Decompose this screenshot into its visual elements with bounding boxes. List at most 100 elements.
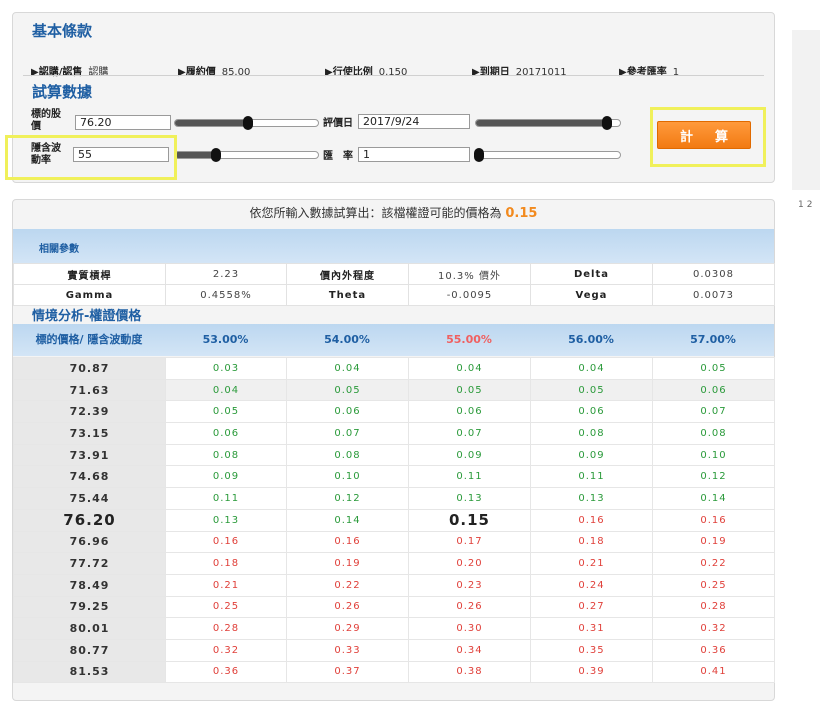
warrant-price-cell: 0.23 (408, 573, 531, 597)
calculate-button[interactable]: 計算 (657, 121, 751, 149)
fx-rate-input[interactable] (358, 147, 470, 162)
warrant-price-cell: 0.41 (652, 660, 775, 684)
warrant-price-cell: 0.16 (286, 530, 409, 554)
param-name: 價內外程度 (286, 263, 409, 285)
underlying-price-cell: 76.96 (13, 530, 166, 554)
warrant-price-cell: 0.32 (165, 638, 287, 662)
param-name: Delta (530, 263, 653, 285)
warrant-price-cell: 0.04 (165, 378, 287, 402)
warrant-price-cell: 0.09 (165, 465, 287, 489)
underlying-price-cell: 74.68 (13, 465, 166, 489)
basic-terms-title: 基本條款 (32, 22, 93, 40)
param-value: 0.0073 (652, 284, 775, 306)
scenario-title: 情境分析-權證價格 (32, 309, 142, 324)
implied-volatility-slider[interactable] (174, 148, 319, 162)
underlying-price-slider[interactable] (174, 116, 319, 130)
scenario-row: 79.25 0.25 0.26 0.26 0.27 0.28 (13, 595, 775, 619)
scenario-row: 75.44 0.11 0.12 0.13 0.13 0.14 (13, 487, 775, 510)
warrant-price-cell: 0.16 (652, 508, 775, 532)
param-value: 10.3% 價外 (408, 263, 531, 285)
param-name: 實質槓桿 (13, 263, 166, 285)
page-link-1[interactable]: 1 (798, 200, 804, 210)
params-table: 實質槓桿 2.23 價內外程度 10.3% 價外 Delta 0.0308 Gamma 0.4… (13, 263, 775, 306)
vol-header: 53.00% (202, 333, 249, 346)
warrant-price-cell: 0.21 (165, 573, 287, 597)
warrant-price-cell: 0.20 (408, 552, 531, 575)
warrant-price-cell: 0.25 (165, 595, 287, 619)
warrant-price-cell: 0.18 (530, 530, 653, 554)
warrant-price-cell: 0.27 (530, 595, 653, 619)
underlying-price-cell: 72.39 (13, 400, 166, 424)
param-name: Theta (286, 284, 409, 306)
warrant-price-cell: 0.28 (165, 617, 287, 640)
eval-date-slider[interactable] (475, 116, 621, 130)
underlying-price-cell: 77.72 (13, 552, 166, 575)
slider-fill (476, 120, 608, 126)
underlying-price-cell: 79.25 (13, 595, 166, 619)
fx-rate-slider[interactable] (473, 148, 621, 162)
warrant-price-cell: 0.08 (165, 443, 287, 467)
warrant-price-cell: 0.38 (408, 660, 531, 684)
trial-data-title: 試算數據 (32, 83, 93, 101)
warrant-price-cell: 0.11 (165, 487, 287, 510)
param-name: Gamma (13, 284, 166, 306)
warrant-price-cell: 0.19 (286, 552, 409, 575)
params-row: Gamma 0.4558% Theta -0.0095 Vega 0.0073 (13, 284, 775, 306)
warrant-price-cell: 0.30 (408, 617, 531, 640)
scenario-row: 80.01 0.28 0.29 0.30 0.31 0.32 (13, 617, 775, 640)
underlying-price-cell: 80.01 (13, 617, 166, 640)
warrant-price-cell: 0.06 (165, 422, 287, 445)
warrant-price-cell: 0.36 (165, 660, 287, 684)
warrant-price-cell: 0.22 (286, 573, 409, 597)
slider-fill (175, 152, 217, 158)
warrant-price-cell: 0.05 (530, 378, 653, 402)
side-ad-placeholder (792, 30, 820, 190)
scenario-row: 77.72 0.18 0.19 0.20 0.21 0.22 (13, 552, 775, 575)
underlying-price-input[interactable] (75, 115, 171, 130)
warrant-price-cell: 0.12 (652, 465, 775, 489)
warrant-price-cell: 0.16 (530, 508, 653, 532)
scenario-row: 73.91 0.08 0.08 0.09 0.09 0.10 (13, 443, 775, 467)
divider (23, 75, 764, 76)
params-row: 實質槓桿 2.23 價內外程度 10.3% 價外 Delta 0.0308 (13, 263, 775, 285)
calculator-panel: 基本條款 ▶認購/認售 認購 ▶履約價 85.00 ▶行使比例 0.150 ▶到期日 2… (5, 12, 775, 183)
eval-date-label: 評價日 (323, 118, 353, 129)
fx-rate-label: 匯 率 (323, 151, 353, 162)
slider-handle[interactable] (242, 116, 253, 130)
result-price: 0.15 (505, 206, 538, 221)
warrant-price-cell: 0.05 (286, 378, 409, 402)
underlying-price-cell: 75.44 (13, 487, 166, 510)
slider-handle[interactable] (473, 148, 484, 162)
warrant-price-cell: 0.14 (652, 487, 775, 510)
slider-handle[interactable] (211, 148, 222, 162)
underlying-price-cell: 78.49 (13, 573, 166, 597)
scenario-row: 70.87 0.03 0.04 0.04 0.04 0.05 (13, 357, 775, 380)
param-name: Vega (530, 284, 653, 306)
warrant-price-cell: 0.31 (530, 617, 653, 640)
scenario-row: 76.20 0.13 0.14 0.15 0.16 0.16 (13, 508, 775, 532)
warrant-price-cell: 0.06 (408, 400, 531, 424)
warrant-price-cell: 0.25 (652, 573, 775, 597)
warrant-price-cell: 0.08 (286, 443, 409, 467)
warrant-price-cell: 0.24 (530, 573, 653, 597)
scenario-header-row: 標的價格/ 隱含波動度 53.00% 54.00% 55.00% 56.00% … (13, 324, 774, 356)
underlying-price-cell: 80.77 (13, 638, 166, 662)
warrant-price-cell: 0.10 (652, 443, 775, 467)
scenario-row: 80.77 0.32 0.33 0.34 0.35 0.36 (13, 638, 775, 662)
eval-date-input[interactable] (358, 114, 470, 129)
vol-header: 57.00% (690, 333, 736, 346)
pager: 12 (798, 200, 815, 210)
param-value: 2.23 (165, 263, 287, 285)
underlying-price-cell: 73.91 (13, 443, 166, 467)
warrant-price-cell: 0.03 (165, 357, 287, 380)
warrant-price-cell: 0.11 (530, 465, 653, 489)
params-title: 相關參數 (39, 244, 79, 255)
warrant-price-cell: 0.14 (286, 508, 409, 532)
warrant-price-cell: 0.28 (652, 595, 775, 619)
warrant-price-cell: 0.06 (530, 400, 653, 424)
underlying-price-cell: 73.15 (13, 422, 166, 445)
page-link-2[interactable]: 2 (807, 200, 813, 210)
warrant-price-cell: 0.06 (652, 378, 775, 402)
warrant-price-cell: 0.11 (408, 465, 531, 489)
slider-handle[interactable] (602, 116, 613, 130)
